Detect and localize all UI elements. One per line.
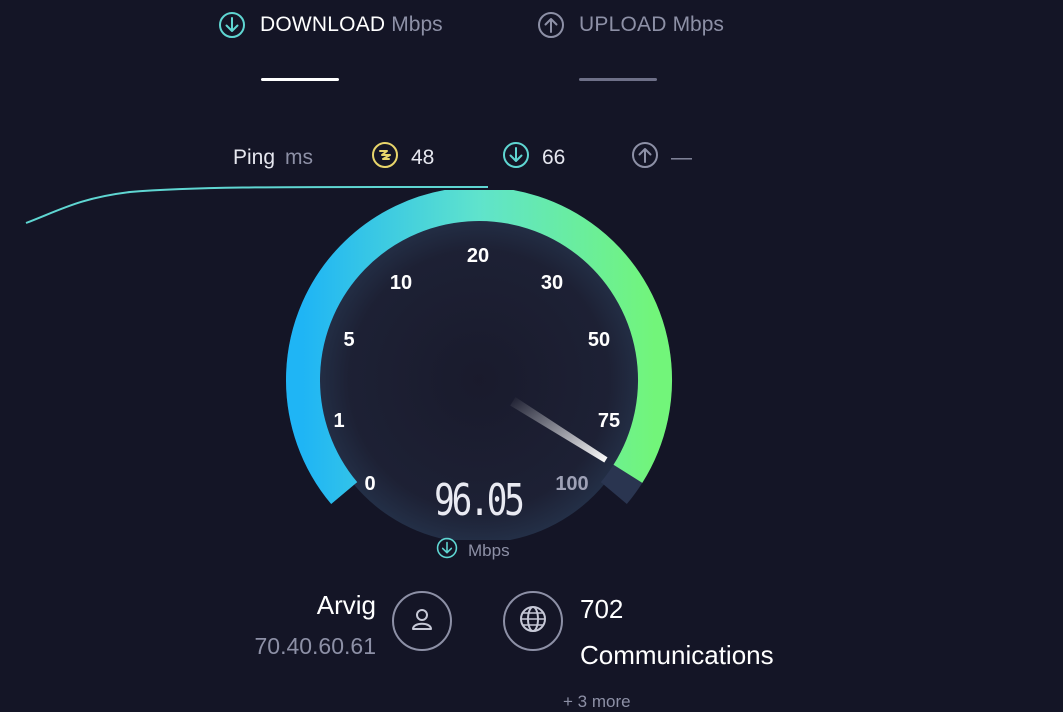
server-button[interactable] (503, 591, 563, 651)
gauge-label-1: 1 (333, 410, 344, 432)
tab-upload-unit: Mbps (672, 13, 724, 36)
tab-download-indicator (261, 78, 339, 81)
server-name-line2: Communications (580, 640, 774, 670)
speed-value: 96.05 (434, 475, 525, 526)
isp-button[interactable] (392, 591, 452, 651)
ping-label: Ping (233, 146, 276, 169)
tab-upload-label: UPLOAD (579, 13, 667, 36)
download-arrow-icon (436, 537, 458, 564)
gauge-label-5: 5 (343, 329, 354, 351)
tab-upload[interactable]: UPLOAD Mbps (537, 0, 724, 50)
gauge-label-0: 0 (364, 473, 375, 495)
upload-arrow-icon (537, 11, 565, 39)
tab-download-label: DOWNLOAD (260, 13, 386, 36)
isp-name: Arvig (316, 590, 376, 620)
ping-upload-value: — (671, 146, 692, 169)
server-name-line1: 702 (580, 594, 624, 624)
ping-idle-icon (371, 141, 399, 175)
speed-unit-row: Mbps (436, 537, 510, 564)
ping-download-value: 66 (542, 146, 566, 169)
download-arrow-icon (502, 141, 530, 175)
gauge-label-20: 20 (467, 245, 489, 267)
tab-download-unit: Mbps (391, 13, 443, 36)
gauge-label-10: 10 (390, 272, 412, 294)
ping-row: Ping ms (233, 142, 313, 174)
ping-idle: 48 (371, 142, 434, 174)
gauge-label-30: 30 (541, 272, 563, 294)
isp-ip: 70.40.60.61 (254, 633, 376, 659)
isp-info: Arvig 70.40.60.61 (200, 590, 376, 660)
tab-download[interactable]: DOWNLOAD Mbps (218, 0, 443, 50)
speed-value-wrap: 96.05 (378, 475, 578, 526)
gauge-label-50: 50 (588, 329, 610, 351)
user-icon (408, 605, 436, 638)
ping-download: 66 (502, 142, 565, 174)
tab-upload-indicator (579, 78, 657, 81)
server-more-link[interactable]: + 3 more (563, 692, 631, 712)
speed-unit: Mbps (468, 540, 510, 560)
server-info: 702 Communications (580, 586, 774, 678)
download-arrow-icon (218, 11, 246, 39)
ping-idle-value: 48 (411, 146, 435, 169)
upload-arrow-icon (631, 141, 659, 175)
ping-unit: ms (285, 146, 314, 169)
gauge-label-75: 75 (598, 410, 620, 432)
ping-upload: — (631, 142, 692, 174)
globe-icon (518, 604, 548, 639)
